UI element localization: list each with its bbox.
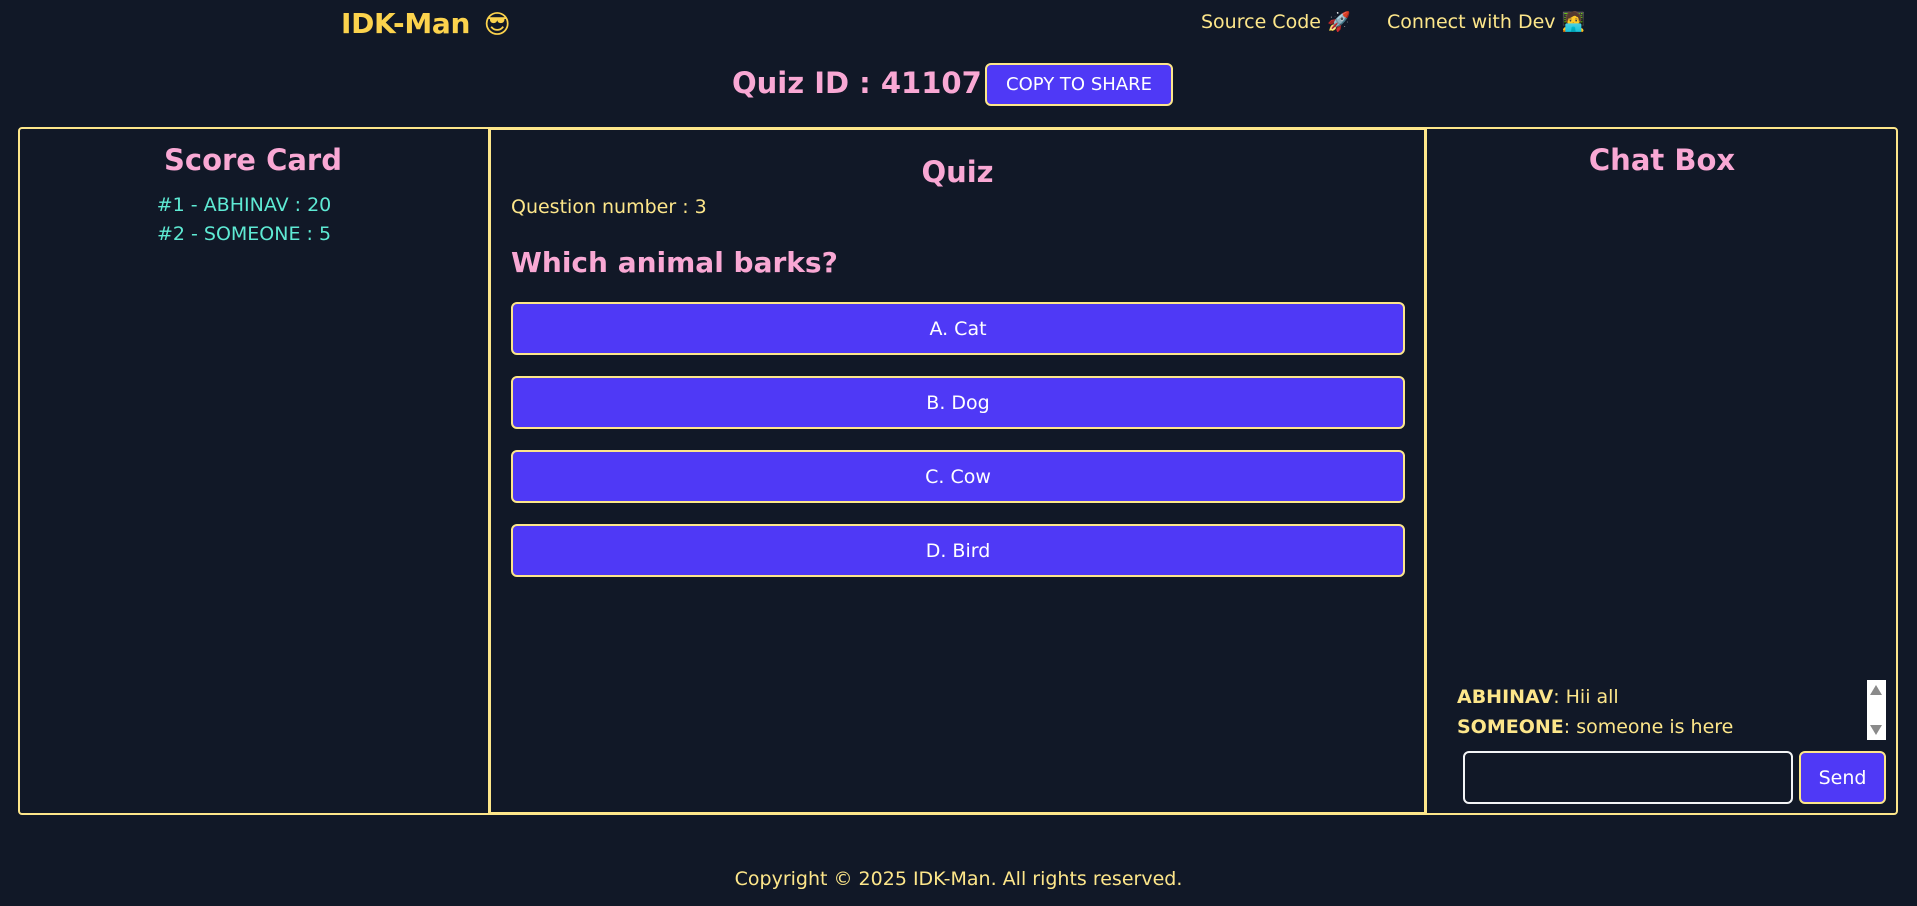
chat-box-title: Chat Box (1588, 143, 1736, 177)
sunglasses-icon: 😎 (483, 10, 511, 40)
footer-copyright: Copyright © 2025 IDK-Man. All rights res… (734, 868, 1183, 890)
send-button[interactable]: Send (1799, 751, 1886, 804)
nav-source-code-label: Source Code (1201, 11, 1321, 33)
chat-message-user: SOMEONE (1457, 716, 1564, 738)
nav-connect-with-dev[interactable]: Connect with Dev 🧑‍💻 (1387, 10, 1585, 33)
rocket-icon: 🚀 (1326, 11, 1351, 33)
chat-message-input[interactable] (1463, 751, 1793, 804)
option-b-button[interactable]: B. Dog (511, 376, 1405, 429)
question-text: Which animal barks? (511, 246, 838, 279)
option-c-button[interactable]: C. Cow (511, 450, 1405, 503)
nav-source-code[interactable]: Source Code 🚀 (1201, 10, 1351, 33)
scroll-up-arrow-icon[interactable] (1870, 685, 1882, 695)
option-a-button[interactable]: A. Cat (511, 302, 1405, 355)
score-entry: #2 - SOMEONE : 5 (156, 223, 332, 245)
option-d-button[interactable]: D. Bird (511, 524, 1405, 577)
brand-name: IDK-Man (341, 7, 471, 40)
brand-logo[interactable]: IDK-Man 😎 (341, 7, 511, 40)
copy-to-share-button[interactable]: COPY TO SHARE (985, 63, 1173, 106)
chat-message-text: : Hii all (1553, 686, 1619, 708)
chat-message: SOMEONE: someone is here (1457, 712, 1887, 740)
app-root: IDK-Man 😎 Source Code 🚀 Connect with Dev… (0, 0, 1917, 906)
quiz-id-label: Quiz ID : 411071 (732, 66, 1002, 100)
technologist-icon: 🧑‍💻 (1561, 11, 1586, 33)
chat-message: ABHINAV: Hii all (1457, 682, 1887, 712)
quiz-title: Quiz (921, 155, 994, 189)
nav-connect-with-dev-label: Connect with Dev (1387, 11, 1556, 33)
chat-message-user: ABHINAV (1457, 686, 1554, 708)
score-card-title: Score Card (164, 143, 342, 177)
score-entry: #1 - ABHINAV : 20 (156, 194, 332, 216)
scroll-down-arrow-icon[interactable] (1870, 725, 1882, 735)
chat-message-text: : someone is here (1563, 716, 1734, 738)
chat-log[interactable]: ABHINAV: Hii all SOMEONE: someone is her… (1457, 682, 1887, 740)
question-number: Question number : 3 (511, 196, 707, 218)
chat-scrollbar[interactable] (1867, 680, 1886, 740)
